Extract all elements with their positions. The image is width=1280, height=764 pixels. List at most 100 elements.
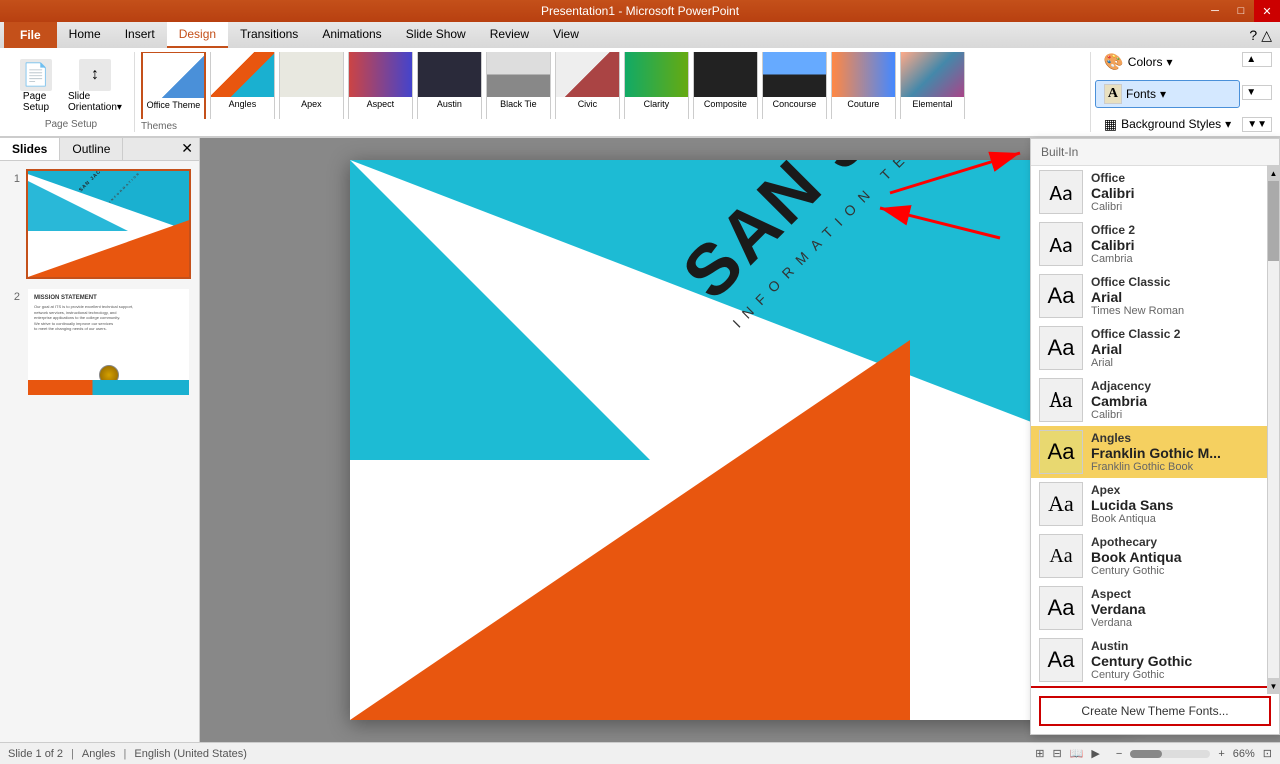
font-item-officeclassic2[interactable]: Aa Office Classic 2 Arial Arial (1031, 322, 1279, 374)
scroll-up-btn[interactable]: ▲ (1268, 165, 1279, 181)
close-button[interactable]: ✕ (1254, 0, 1280, 22)
font-preview-austin: Aa (1039, 638, 1083, 682)
font-preview-office: Aa (1039, 170, 1083, 214)
expand-icon[interactable]: △ (1261, 27, 1272, 44)
font-item-apex[interactable]: Aa Apex Lucida Sans Book Antiqua (1031, 478, 1279, 530)
minimize-button[interactable]: ─ (1202, 0, 1228, 22)
close-panel-button[interactable]: ✕ (175, 138, 199, 160)
status-separator-2: | (124, 748, 127, 760)
theme-preview-12 (901, 52, 964, 97)
slide-preview-2[interactable]: MISSION STATEMENT Our goal at ITS is to … (26, 287, 191, 397)
theme-item-clarity[interactable]: Clarity (624, 52, 689, 119)
tab-outline[interactable]: Outline (60, 138, 123, 160)
font-name-austin: Austin (1091, 639, 1192, 653)
themes-more[interactable]: ▼▼ (1242, 117, 1272, 132)
font-heading-aspect: Verdana (1091, 601, 1145, 617)
tab-review[interactable]: Review (478, 22, 541, 48)
theme-name-12: Elemental (901, 97, 964, 111)
theme-item-aspect[interactable]: Aspect (348, 52, 413, 119)
theme-name-11: Couture (832, 97, 895, 111)
theme-preview-4 (349, 52, 412, 97)
reading-view-icon[interactable]: 📖 (1070, 747, 1084, 760)
font-item-officeclassic[interactable]: Aa Office Classic Arial Times New Roman (1031, 270, 1279, 322)
theme-item-civic[interactable]: Civic (555, 52, 620, 119)
slide-sorter-icon[interactable]: ⊟ (1052, 747, 1061, 760)
font-name-aspect: Aspect (1091, 587, 1145, 601)
font-preview-office2: Aa (1039, 222, 1083, 266)
slide2-bottom-bar (28, 380, 189, 395)
theme-item-officetheme[interactable]: Office Theme (141, 52, 206, 119)
slide1-background: SAN JACINTO COLLEGE INFORMATION TECHNOLO… (28, 171, 189, 277)
font-info-adjacency: Adjacency Cambria Calibri (1091, 379, 1151, 421)
theme-name-10: Concourse (763, 97, 826, 111)
theme-item-couture[interactable]: Couture (831, 52, 896, 119)
slide-orange (350, 340, 910, 720)
tab-file[interactable]: File (4, 22, 57, 48)
tab-slides[interactable]: Slides (0, 138, 60, 160)
slide-preview-1[interactable]: SAN JACINTO COLLEGE INFORMATION TECHNOLO… (26, 169, 191, 279)
help-icon[interactable]: ? (1249, 27, 1257, 43)
font-preview-apex: Aa (1039, 482, 1083, 526)
font-heading-office: Calibri (1091, 185, 1135, 201)
fonts-scrollbar[interactable]: ▲ ▼ (1267, 165, 1279, 694)
font-item-apothecary[interactable]: Aa Apothecary Book Antiqua Century Gothi… (1031, 530, 1279, 582)
normal-view-icon[interactable]: ⊞ (1035, 747, 1044, 760)
theme-item-angles[interactable]: Angles (210, 52, 275, 119)
font-item-office[interactable]: Aa Office Calibri Calibri (1031, 166, 1279, 218)
status-slide-info: Slide 1 of 2 (8, 748, 63, 760)
scroll-down-btn[interactable]: ▼ (1268, 678, 1279, 694)
slide2-title: MISSION STATEMENT (34, 295, 183, 301)
tab-slideshow[interactable]: Slide Show (394, 22, 478, 48)
design-right-controls: 🎨 Colors ▾ A Fonts ▾ ▦ Background Styles… (1095, 48, 1240, 137)
slide-orientation-button[interactable]: ↕ SlideOrientation▾ (62, 55, 128, 117)
font-info-austin: Austin Century Gothic Century Gothic (1091, 639, 1192, 681)
slide-canvas[interactable]: SAN JACINTO COLLEGE INFORMATION TECHNOLO… (350, 160, 1130, 720)
font-info-officeclassic: Office Classic Arial Times New Roman (1091, 275, 1184, 317)
fit-slide-icon[interactable]: ⊡ (1263, 747, 1272, 760)
colors-label: Colors (1128, 55, 1163, 69)
themes-scroll-up[interactable]: ▲ (1242, 52, 1272, 67)
slide2-content: Our goal at ITS is to provide excellent … (34, 304, 183, 332)
theme-preview-5 (418, 52, 481, 97)
maximize-button[interactable]: □ (1228, 0, 1254, 22)
tab-insert[interactable]: Insert (113, 22, 167, 48)
zoom-slider-fill (1130, 750, 1162, 758)
font-name-officeclassic: Office Classic (1091, 275, 1184, 289)
tab-design[interactable]: Design (167, 22, 228, 48)
zoom-slider[interactable] (1130, 750, 1210, 758)
tab-home[interactable]: Home (57, 22, 113, 48)
zoom-out-icon[interactable]: − (1116, 748, 1122, 760)
slideshow-icon[interactable]: ▶ (1091, 747, 1099, 760)
font-item-office2[interactable]: Aa Office 2 Calibri Cambria (1031, 218, 1279, 270)
font-item-austin[interactable]: Aa Austin Century Gothic Century Gothic (1031, 634, 1279, 686)
slide-thumb-2[interactable]: 2 MISSION STATEMENT Our goal at ITS is t… (8, 287, 191, 397)
slide-orientation-label: SlideOrientation▾ (68, 91, 122, 113)
theme-preview-7 (556, 52, 619, 97)
theme-item-apex[interactable]: Apex (279, 52, 344, 119)
theme-item-elemental[interactable]: Elemental (900, 52, 965, 119)
tab-animations[interactable]: Animations (310, 22, 393, 48)
colors-chevron: ▾ (1166, 55, 1172, 69)
themes-scroll-down[interactable]: ▼ (1242, 85, 1272, 100)
theme-item-austin[interactable]: Austin (417, 52, 482, 119)
font-item-angles[interactable]: Aa Angles Franklin Gothic M... Franklin … (1031, 426, 1279, 478)
theme-item-blacktie[interactable]: Black Tie (486, 52, 551, 119)
slide-thumb-1[interactable]: 1 SAN JACINTO COLLEGE INFORMATION TECHNO… (8, 169, 191, 279)
fonts-button[interactable]: A Fonts ▾ (1095, 80, 1240, 108)
font-preview-officeclassic: Aa (1039, 274, 1083, 318)
page-setup-button[interactable]: 📄 PageSetup (14, 55, 58, 117)
zoom-in-icon[interactable]: + (1218, 748, 1224, 760)
create-new-theme-fonts-button[interactable]: Create New Theme Fonts... (1039, 696, 1271, 726)
font-info-office2: Office 2 Calibri Cambria (1091, 223, 1135, 265)
tab-transitions[interactable]: Transitions (228, 22, 310, 48)
font-heading-apothecary: Book Antiqua (1091, 549, 1181, 565)
tab-view[interactable]: View (541, 22, 591, 48)
background-styles-button[interactable]: ▦ Background Styles ▾ (1095, 112, 1240, 137)
colors-button[interactable]: 🎨 Colors ▾ (1095, 48, 1240, 76)
font-name-apex: Apex (1091, 483, 1173, 497)
theme-item-composite[interactable]: Composite (693, 52, 758, 119)
theme-item-concourse[interactable]: Concourse (762, 52, 827, 119)
font-item-aspect[interactable]: Aa Aspect Verdana Verdana (1031, 582, 1279, 634)
font-item-adjacency[interactable]: Aa Adjacency Cambria Calibri (1031, 374, 1279, 426)
fonts-list[interactable]: Aa Office Calibri Calibri Aa Office 2 Ca… (1031, 166, 1279, 686)
